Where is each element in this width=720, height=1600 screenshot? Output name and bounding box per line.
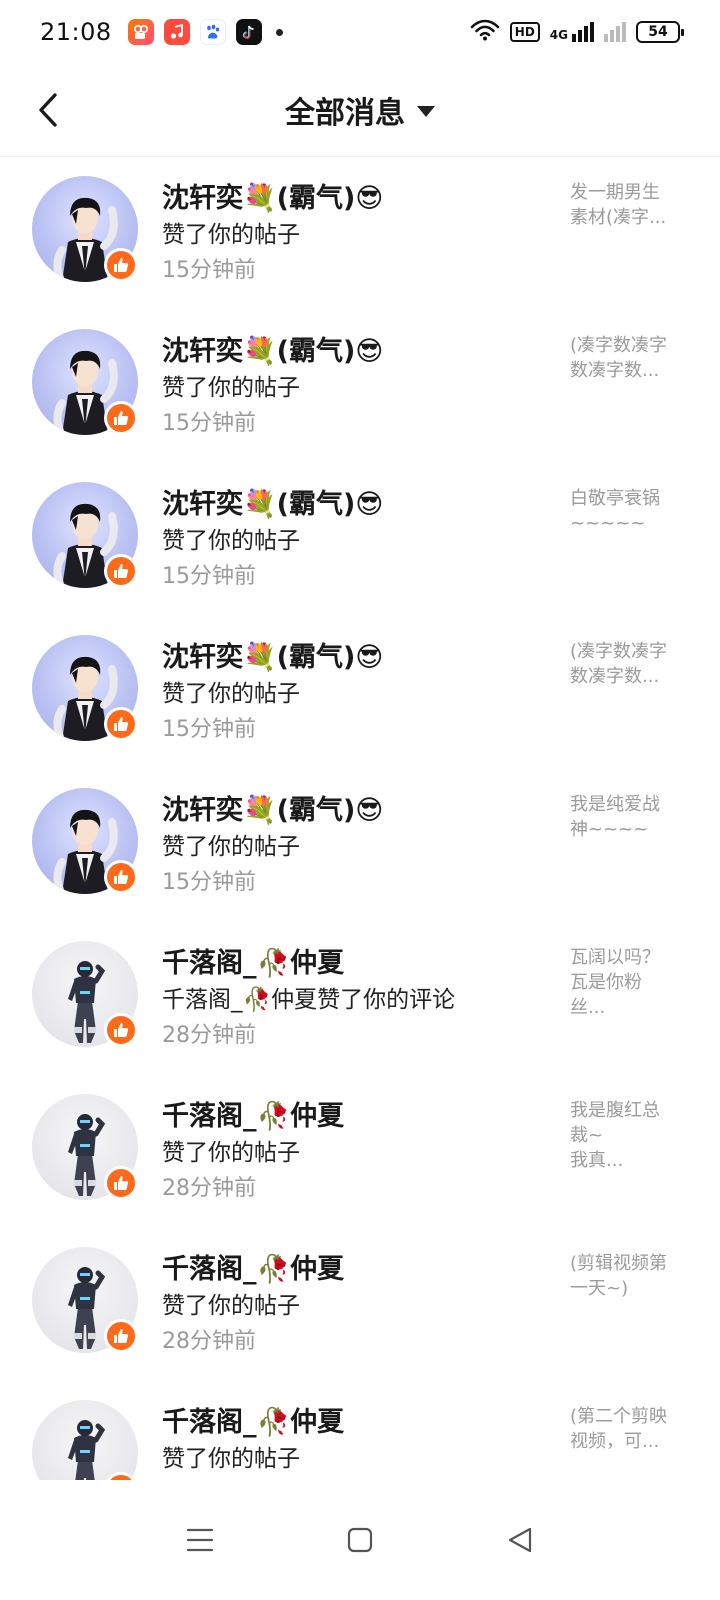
page-title: 全部消息	[285, 96, 405, 131]
notification-time: 28分钟前	[162, 1329, 256, 1354]
page-header: 全部消息	[0, 64, 720, 157]
avatar[interactable]	[32, 1400, 138, 1480]
notification-time: 15分钟前	[162, 411, 256, 436]
network-type-label: 4G	[549, 28, 568, 42]
back-button[interactable]	[26, 86, 70, 134]
like-badge	[104, 554, 138, 588]
notification-action-text: 赞了你的帖子	[162, 1140, 300, 1166]
notification-action-text: 千落阁_🥀仲夏赞了你的评论	[162, 987, 456, 1013]
user-name[interactable]: 沈轩奕💐(霸气)😎	[162, 482, 383, 521]
notification-item[interactable]: 千落阁_🥀仲夏 赞了你的帖子 28分钟前 (第二个剪映 视频，可...	[0, 1382, 720, 1480]
kuaishou-app-icon	[127, 19, 154, 45]
post-excerpt[interactable]: (凑字数凑字 数凑字数...	[570, 639, 686, 689]
thumbs-up-icon	[114, 1176, 129, 1190]
thumbs-up-icon	[114, 717, 129, 731]
more-notifications-dot	[275, 28, 283, 36]
notification-time: 15分钟前	[162, 870, 256, 895]
user-name[interactable]: 千落阁_🥀仲夏	[162, 1247, 344, 1286]
like-badge	[104, 1319, 138, 1353]
robot-character-avatar-image	[68, 1420, 106, 1480]
notification-item[interactable]: 沈轩奕💐(霸气)😎 赞了你的帖子 15分钟前 发一期男生 素材(凑字...	[0, 158, 720, 311]
notification-time: 28分钟前	[162, 1023, 256, 1048]
cellular-signal-2-icon	[604, 22, 626, 42]
baidu-app-icon	[199, 19, 226, 45]
notification-app-icons	[127, 19, 283, 45]
post-excerpt[interactable]: (凑字数凑字 数凑字数...	[570, 333, 686, 383]
post-excerpt[interactable]: (第二个剪映 视频，可...	[570, 1404, 686, 1454]
notification-action-text: 赞了你的帖子	[162, 1293, 300, 1319]
like-badge	[104, 1013, 138, 1047]
notification-item[interactable]: 千落阁_🥀仲夏 赞了你的帖子 28分钟前 我是腹红总 裁~ 我真...	[0, 1076, 720, 1229]
post-excerpt[interactable]: (剪辑视频第 一天~)	[570, 1251, 686, 1301]
cellular-signal-icon: 4G	[550, 22, 594, 42]
music-app-icon	[163, 19, 190, 45]
thumbs-up-icon	[114, 1023, 129, 1037]
triangle-back-icon	[508, 1527, 532, 1553]
thumbs-up-icon	[114, 258, 129, 272]
square-home-icon	[347, 1527, 373, 1553]
notification-time: 15分钟前	[162, 564, 256, 589]
menu-button[interactable]	[170, 1510, 230, 1570]
notification-action-text: 赞了你的帖子	[162, 375, 300, 401]
notification-action-text: 赞了你的帖子	[162, 1446, 300, 1472]
thumbs-up-icon	[114, 1329, 129, 1343]
status-bar: 21:08 HD 4G 54	[0, 0, 720, 64]
post-excerpt[interactable]: 发一期男生 素材(凑字...	[570, 180, 686, 230]
notification-time: 28分钟前	[162, 1176, 256, 1201]
like-badge	[104, 707, 138, 741]
user-name[interactable]: 千落阁_🥀仲夏	[162, 1094, 344, 1133]
notification-item[interactable]: 千落阁_🥀仲夏 千落阁_🥀仲夏赞了你的评论 28分钟前 瓦阔以吗？ 瓦是你粉 丝…	[0, 923, 720, 1076]
menu-icon	[186, 1528, 214, 1552]
notification-action-text: 赞了你的帖子	[162, 834, 300, 860]
hd-voice-badge: HD	[509, 22, 540, 42]
user-name[interactable]: 千落阁_🥀仲夏	[162, 941, 344, 980]
system-navigation-bar	[0, 1480, 720, 1600]
thumbs-up-icon	[114, 564, 129, 578]
notification-item[interactable]: 沈轩奕💐(霸气)😎 赞了你的帖子 15分钟前 (凑字数凑字 数凑字数...	[0, 617, 720, 770]
thumbs-up-icon	[114, 870, 129, 884]
battery-indicator: 54	[636, 21, 684, 43]
notification-item[interactable]: 沈轩奕💐(霸气)😎 赞了你的帖子 15分钟前 (凑字数凑字 数凑字数...	[0, 311, 720, 464]
status-time: 21:08	[40, 18, 112, 46]
notification-time: 15分钟前	[162, 258, 256, 283]
notification-time: 15分钟前	[162, 717, 256, 742]
user-name[interactable]: 沈轩奕💐(霸气)😎	[162, 788, 383, 827]
like-badge	[104, 401, 138, 435]
user-name[interactable]: 沈轩奕💐(霸气)😎	[162, 176, 383, 215]
notification-action-text: 赞了你的帖子	[162, 222, 300, 248]
notification-action-text: 赞了你的帖子	[162, 681, 300, 707]
post-excerpt[interactable]: 我是纯爱战 神~~~~	[570, 792, 686, 842]
post-excerpt[interactable]: 我是腹红总 裁~ 我真...	[570, 1098, 686, 1173]
system-status-icons: HD 4G 54	[470, 19, 684, 45]
system-back-button[interactable]	[490, 1510, 550, 1570]
chevron-left-icon	[39, 93, 57, 127]
notification-action-text: 赞了你的帖子	[162, 528, 300, 554]
like-badge	[104, 248, 138, 282]
post-excerpt[interactable]: 瓦阔以吗？ 瓦是你粉 丝...	[570, 945, 686, 1020]
user-name[interactable]: 沈轩奕💐(霸气)😎	[162, 329, 383, 368]
like-badge	[104, 1166, 138, 1200]
notification-item[interactable]: 千落阁_🥀仲夏 赞了你的帖子 28分钟前 (剪辑视频第 一天~)	[0, 1229, 720, 1382]
like-badge	[104, 860, 138, 894]
user-name[interactable]: 沈轩奕💐(霸气)😎	[162, 635, 383, 674]
wifi-icon	[470, 19, 500, 45]
thumbs-up-icon	[114, 411, 129, 425]
tiktok-app-icon	[235, 19, 262, 45]
notification-item[interactable]: 沈轩奕💐(霸气)😎 赞了你的帖子 15分钟前 白敬亭衰锅 ~~~~~	[0, 464, 720, 617]
post-excerpt[interactable]: 白敬亭衰锅 ~~~~~	[570, 486, 686, 536]
user-name[interactable]: 千落阁_🥀仲夏	[162, 1400, 344, 1439]
notification-list: 沈轩奕💐(霸气)😎 赞了你的帖子 15分钟前 发一期男生 素材(凑字... 沈轩…	[0, 158, 720, 1480]
message-filter-dropdown[interactable]: 全部消息	[285, 88, 435, 132]
notification-item[interactable]: 沈轩奕💐(霸气)😎 赞了你的帖子 15分钟前 我是纯爱战 神~~~~	[0, 770, 720, 923]
caret-down-icon	[417, 105, 435, 117]
home-button[interactable]	[330, 1510, 390, 1570]
